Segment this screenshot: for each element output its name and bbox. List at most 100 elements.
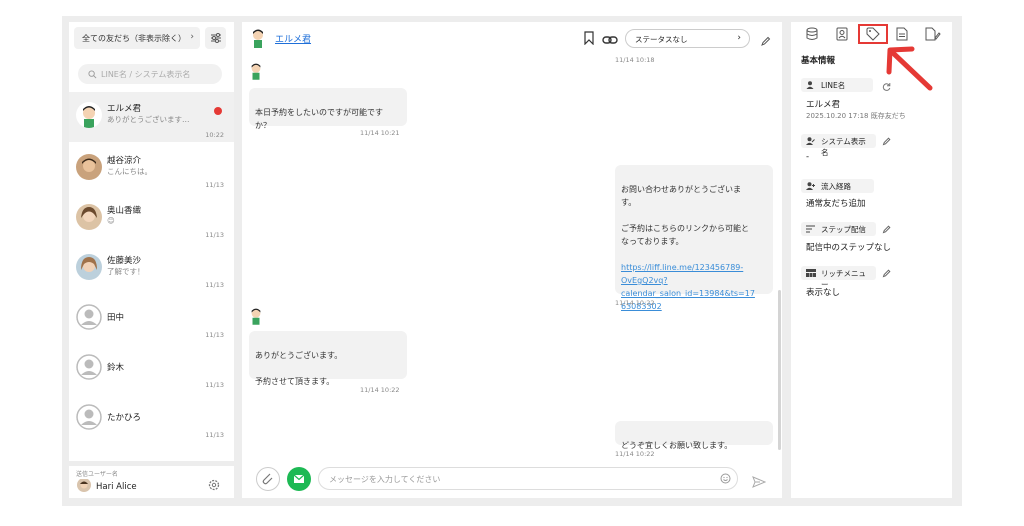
friend-time: 11/13 — [205, 181, 224, 189]
friend-time: 11/13 — [205, 231, 224, 239]
friend-last-message: こんにちは。 — [107, 167, 152, 176]
operator-settings-button[interactable] — [208, 476, 220, 495]
system-name-value: - — [806, 152, 810, 162]
link-line: https://liff.line.me/123456789- — [621, 263, 744, 272]
friend-item-4[interactable]: 田中 11/13 — [69, 294, 234, 344]
send-icon — [752, 476, 767, 488]
contact-mini-avatar — [249, 62, 263, 80]
message-timestamp: 11/14 10:22 — [360, 386, 400, 394]
field-label: LINE名 — [821, 81, 846, 90]
operator-name: Hari Alice — [96, 482, 137, 492]
avatar — [76, 154, 102, 180]
file-edit-icon — [925, 27, 941, 41]
filter-settings-button[interactable] — [205, 27, 226, 49]
friend-time: 10:22 — [205, 131, 224, 139]
message-bubble-received: 本日予約をしたいのですが可能です か？ — [249, 88, 407, 130]
friend-name: 田中 — [107, 313, 125, 323]
message-bubble-received: ありがとうございます。 予約させて頂きます。 — [249, 331, 407, 386]
friend-time: 11/13 — [205, 381, 224, 389]
rich-menu-value: 表示なし — [806, 288, 841, 298]
friend-item-1[interactable]: 越谷涼介 こんにちは。 11/13 — [69, 144, 234, 194]
send-button[interactable] — [752, 473, 767, 492]
link-line: OvEgQ2vq? — [621, 276, 668, 285]
friend-filter-select[interactable]: 全ての友だち（非表示除く） › — [74, 27, 200, 49]
friend-item-2[interactable]: 奥山香織 😊 11/13 — [69, 194, 234, 244]
friend-item-6[interactable]: たかひろ 11/13 — [69, 394, 234, 444]
friend-last-message: 😊 — [107, 216, 115, 225]
default-avatar-icon — [76, 404, 102, 430]
link-line: calendar_salon_id=13984&ts=17 — [621, 289, 755, 298]
field-label: 流入経路 — [821, 182, 851, 191]
pencil-icon[interactable] — [882, 225, 891, 234]
section-title: 基本情報 — [801, 56, 836, 66]
operator-avatar — [77, 478, 91, 492]
friend-last-message: ありがとうございます… — [107, 115, 190, 124]
friend-item-3[interactable]: 佐藤美沙 了解です！ 11/13 — [69, 244, 234, 294]
person-edit-icon — [806, 137, 815, 145]
rich-menu-label: リッチメニュー — [801, 266, 876, 289]
refresh-icon[interactable] — [882, 82, 891, 91]
friend-item-0[interactable]: エルメ君 ありがとうございます… 10:22 — [69, 92, 234, 142]
sliders-icon — [210, 33, 221, 43]
inflow-route-value: 通常友だち追加 — [806, 199, 866, 209]
rich-menu-icon — [806, 269, 816, 277]
message-type-button[interactable] — [287, 467, 311, 491]
search-icon — [88, 69, 97, 78]
friend-time: 11/13 — [205, 331, 224, 339]
contact-name-link[interactable]: エルメ君 — [275, 32, 311, 45]
document-icon — [896, 27, 908, 41]
friend-name: 奥山香織 — [107, 206, 142, 216]
pencil-icon[interactable] — [882, 269, 891, 278]
message-timestamp: 11/14 10:21 — [360, 129, 400, 137]
gear-icon — [208, 479, 220, 491]
message-bubble-sent: どうぞ宜しくお願い致します。 — [615, 421, 773, 450]
inflow-route-label: 流入経路 — [801, 179, 874, 193]
pencil-icon[interactable] — [882, 137, 891, 146]
message-text: どうぞ宜しくお願い致します。 — [621, 441, 733, 450]
friend-name: 佐藤美沙 — [107, 256, 142, 266]
chat-scrollbar[interactable] — [778, 290, 781, 450]
tab-tags[interactable] — [858, 24, 888, 44]
friend-item-5[interactable]: 鈴木 11/13 — [69, 344, 234, 394]
avatar — [76, 254, 102, 280]
status-select[interactable]: ステータスなし › — [625, 29, 750, 48]
tab-profile[interactable] — [831, 24, 853, 44]
contact-avatar — [250, 28, 266, 48]
edit-status-button[interactable] — [760, 32, 771, 51]
annotation-arrow-icon — [886, 46, 933, 91]
list-icon — [806, 225, 815, 233]
database-icon — [806, 27, 818, 40]
tag-icon — [866, 27, 880, 41]
message-bubble-sent: お問い合わせありがとうございま す。 ご予約はこちらのリンクから可能と なってお… — [615, 165, 773, 311]
avatar — [76, 204, 102, 230]
search-input[interactable] — [101, 69, 211, 79]
attach-button[interactable] — [256, 467, 280, 491]
emoji-icon[interactable] — [720, 473, 731, 484]
tab-notes[interactable] — [891, 24, 913, 44]
friend-last-message: 了解です！ — [107, 267, 145, 276]
step-delivery-label: ステップ配信 — [801, 222, 876, 236]
tab-database[interactable] — [801, 24, 823, 44]
step-delivery-value: 配信中のステップなし — [806, 243, 892, 253]
message-timestamp: 11/14 10:18 — [615, 56, 655, 64]
paperclip-icon — [262, 473, 273, 485]
line-name-value: エルメ君 — [806, 100, 841, 110]
chevron-right-icon: › — [737, 33, 741, 43]
contact-mini-avatar — [249, 307, 263, 325]
message-input[interactable]: メッセージを入力してください — [318, 467, 738, 490]
link-button[interactable] — [602, 31, 618, 50]
friend-name: 越谷涼介 — [107, 156, 142, 166]
message-timestamp: 11/14 10:22 — [615, 299, 655, 307]
message-text: お問い合わせありがとうございま す。 ご予約はこちらのリンクから可能と なってお… — [621, 185, 749, 246]
friend-name: 鈴木 — [107, 363, 125, 373]
envelope-icon — [293, 474, 305, 483]
field-label: ステップ配信 — [821, 225, 866, 234]
bookmark-button[interactable] — [584, 30, 594, 49]
friend-filter-label: 全ての友だち（非表示除く） — [82, 33, 186, 43]
friend-search[interactable] — [78, 64, 222, 84]
tab-files[interactable] — [922, 24, 944, 44]
pencil-icon — [761, 36, 771, 46]
chevron-right-icon: › — [190, 32, 194, 42]
default-avatar-icon — [76, 354, 102, 380]
person-add-icon — [806, 182, 815, 190]
